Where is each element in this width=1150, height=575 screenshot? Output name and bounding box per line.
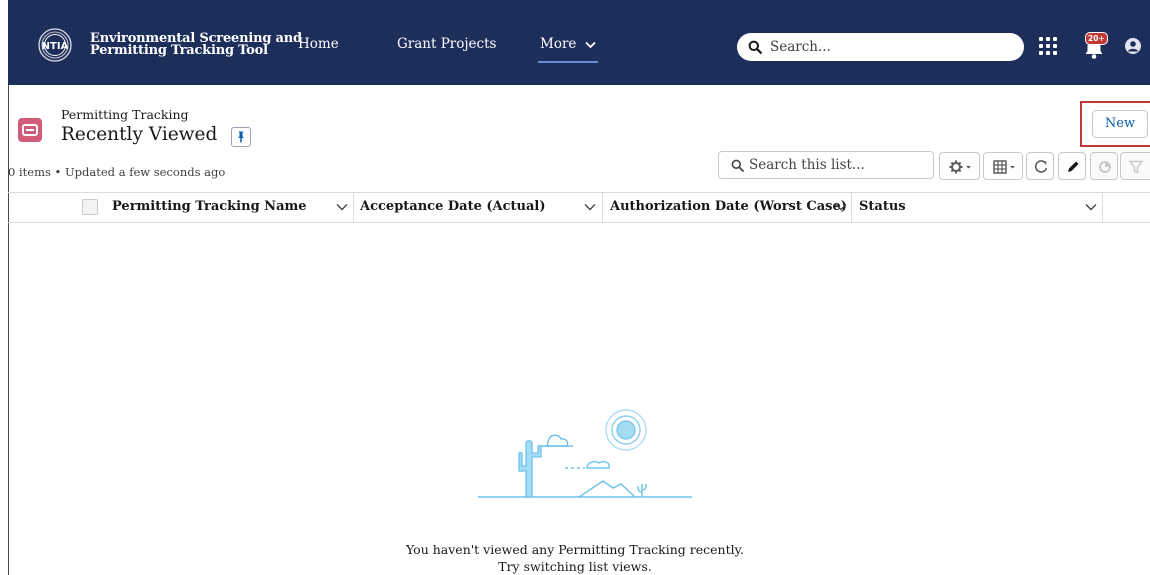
- inline-edit-button[interactable]: [1058, 152, 1086, 180]
- chevron-down-icon[interactable]: [584, 203, 596, 211]
- column-header-status[interactable]: Status: [859, 193, 1099, 222]
- user-avatar[interactable]: [1125, 38, 1141, 54]
- refresh-button[interactable]: [1026, 152, 1054, 180]
- new-button[interactable]: New: [1092, 110, 1148, 138]
- refresh-icon: [1034, 160, 1048, 173]
- ntia-logo[interactable]: NTIA: [31, 28, 79, 62]
- app-title: Environmental Screening and Permitting T…: [90, 32, 302, 58]
- nav-more[interactable]: More: [540, 36, 596, 52]
- nav-home[interactable]: Home: [298, 36, 339, 52]
- display-as-button[interactable]: [983, 152, 1023, 180]
- column-divider[interactable]: [353, 193, 354, 222]
- search-icon: [731, 159, 744, 172]
- notification-count-badge: 20+: [1085, 32, 1108, 45]
- column-label: Authorization Date (Worst Case): [610, 199, 847, 214]
- list-meta-status: 0 items • Updated a few seconds ago: [8, 165, 226, 179]
- app-title-line2: Permitting Tracking Tool: [90, 43, 268, 58]
- chevron-down-icon[interactable]: [336, 203, 348, 211]
- column-divider[interactable]: [851, 193, 852, 222]
- pin-list-view-button[interactable]: [231, 127, 251, 147]
- nav-grant-projects[interactable]: Grant Projects: [397, 36, 496, 52]
- column-divider[interactable]: [602, 193, 603, 222]
- global-header: NTIA Environmental Screening and Permitt…: [8, 0, 1150, 85]
- table-header-border: [8, 222, 1150, 223]
- notifications-bell[interactable]: 20+: [1081, 32, 1108, 61]
- search-icon: [748, 40, 762, 54]
- column-label: Permitting Tracking Name: [112, 199, 307, 214]
- list-search-placeholder: Search this list...: [749, 157, 865, 173]
- user-icon: [1128, 41, 1138, 52]
- list-view-selector[interactable]: Recently Viewed: [61, 124, 242, 145]
- charts-button[interactable]: [1090, 152, 1118, 180]
- column-header-acceptance-date[interactable]: Acceptance Date (Actual): [360, 193, 600, 222]
- list-view-name: Recently Viewed: [61, 124, 218, 145]
- edit-pencil-icon: [1068, 161, 1079, 172]
- column-header-authorization-date[interactable]: Authorization Date (Worst Case): [610, 193, 850, 222]
- column-label: Status: [859, 199, 906, 214]
- filter-icon: [1128, 160, 1144, 174]
- app-launcher-icon[interactable]: [1038, 36, 1058, 56]
- chevron-down-icon: [585, 41, 596, 48]
- column-label: Acceptance Date (Actual): [360, 199, 546, 214]
- window-border: [8, 85, 9, 575]
- desert-illustration: [478, 409, 692, 498]
- nav-more-label: More: [540, 36, 577, 52]
- pin-icon: [238, 131, 244, 143]
- chevron-down-icon[interactable]: [1085, 203, 1097, 211]
- list-settings-button[interactable]: [939, 152, 980, 180]
- select-all-checkbox[interactable]: [82, 199, 98, 215]
- empty-state-hint: Try switching list views.: [498, 559, 652, 574]
- global-search-input[interactable]: Search...: [737, 33, 1024, 61]
- chevron-down-icon[interactable]: [835, 203, 847, 211]
- logo-text: NTIA: [42, 41, 69, 52]
- table-display-icon: [993, 160, 1015, 174]
- record-icon: [22, 124, 38, 136]
- column-header-name[interactable]: Permitting Tracking Name: [112, 193, 352, 222]
- permitting-tracking-object-icon: [18, 118, 42, 142]
- gear-icon: [949, 160, 971, 174]
- global-search-placeholder: Search...: [770, 39, 831, 55]
- object-label: Permitting Tracking: [61, 107, 189, 122]
- active-nav-indicator: [538, 61, 598, 63]
- empty-state-message: You haven't viewed any Permitting Tracki…: [406, 542, 744, 557]
- chart-icon: [1099, 161, 1111, 173]
- filters-button[interactable]: [1120, 152, 1150, 180]
- list-search-input[interactable]: Search this list...: [718, 151, 934, 179]
- column-divider[interactable]: [1102, 193, 1103, 222]
